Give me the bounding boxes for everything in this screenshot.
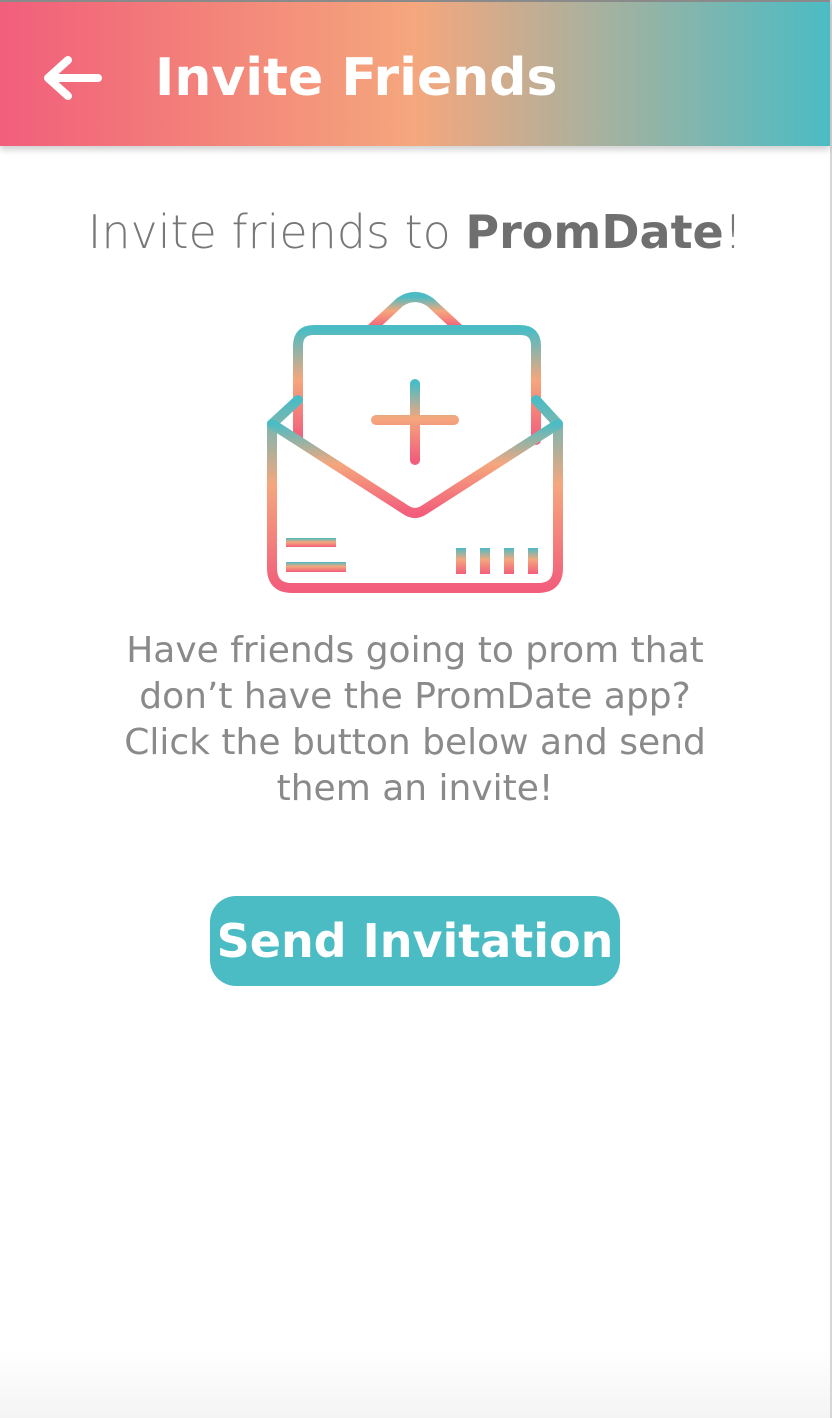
description-line: don’t have the PromDate app?: [139, 676, 691, 717]
invite-description: Have friends going to prom that don’t ha…: [80, 628, 750, 812]
envelope-invite-icon: [267, 292, 563, 593]
description-line: them an invite!: [276, 768, 554, 809]
description-line: Click the button below and send: [124, 722, 706, 763]
page-title: Invite Friends: [155, 48, 558, 108]
headline-prefix: Invite friends to: [87, 205, 466, 259]
send-invitation-button[interactable]: Send Invitation: [210, 896, 620, 986]
headline-suffix: !: [723, 205, 743, 259]
invite-friends-screen: Invite Friends Invite friends to PromDat…: [0, 0, 832, 1418]
arrow-left-icon: [44, 56, 102, 100]
bottom-fade: [0, 1348, 830, 1418]
brand-name: PromDate: [465, 205, 724, 259]
app-bar: Invite Friends: [0, 0, 830, 146]
description-line: Have friends going to prom that: [126, 630, 704, 671]
invite-headline: Invite friends to PromDate!: [0, 200, 830, 264]
back-button[interactable]: [36, 42, 108, 114]
